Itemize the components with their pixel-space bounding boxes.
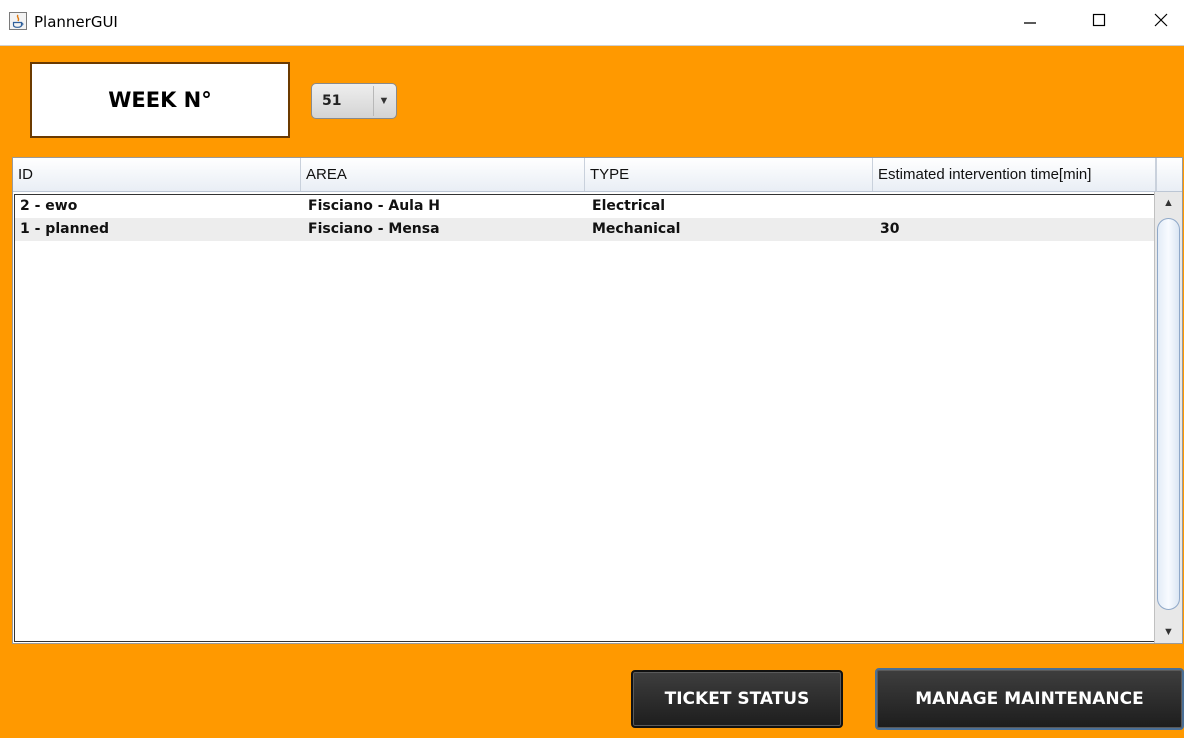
table-body: 2 - ewo Fisciano - Aula H Electrical 1 -…	[14, 194, 1154, 642]
header-corner	[1156, 158, 1182, 192]
table-row[interactable]: 1 - planned Fisciano - Mensa Mechanical …	[15, 218, 1154, 241]
chevron-down-icon[interactable]: ▼	[373, 86, 394, 116]
cell-area: Fisciano - Aula H	[308, 198, 441, 214]
column-header-area[interactable]: AREA	[301, 158, 585, 191]
cell-time: 30	[880, 221, 900, 237]
column-header-id[interactable]: ID	[13, 158, 301, 191]
week-label: WEEK N°	[108, 88, 212, 112]
manage-maintenance-button[interactable]: MANAGE MAINTENANCE	[875, 668, 1184, 730]
scrollbar-thumb[interactable]	[1157, 218, 1180, 610]
maximize-button[interactable]	[1072, 0, 1126, 40]
maximize-icon	[1092, 13, 1106, 27]
minimize-icon	[1024, 22, 1036, 24]
planner-window: PlannerGUI WEEK N° 51 ▼ ID AREA TYPE Est…	[0, 0, 1184, 738]
java-icon	[9, 12, 27, 30]
cell-type: Electrical	[592, 198, 666, 214]
week-label-box: WEEK N°	[30, 62, 290, 138]
table-row[interactable]: 2 - ewo Fisciano - Aula H Electrical	[15, 195, 1154, 218]
close-icon	[1154, 13, 1168, 27]
scroll-up-icon[interactable]: ▲	[1155, 194, 1182, 212]
tickets-table: ID AREA TYPE Estimated intervention time…	[12, 157, 1183, 644]
cell-area: Fisciano - Mensa	[308, 221, 440, 237]
week-select[interactable]: 51 ▼	[311, 83, 397, 119]
cell-id: 2 - ewo	[20, 198, 78, 214]
cell-type: Mechanical	[592, 221, 681, 237]
close-button[interactable]	[1138, 0, 1184, 40]
scroll-down-icon[interactable]: ▼	[1155, 623, 1182, 641]
column-header-time[interactable]: Estimated intervention time[min]	[873, 158, 1156, 191]
week-select-value: 51	[322, 93, 342, 109]
window-title: PlannerGUI	[34, 13, 118, 31]
title-bar: PlannerGUI	[0, 0, 1184, 46]
column-header-type[interactable]: TYPE	[585, 158, 873, 191]
table-header: ID AREA TYPE Estimated intervention time…	[13, 158, 1156, 192]
cell-id: 1 - planned	[20, 221, 110, 237]
cell-time	[875, 195, 880, 218]
vertical-scrollbar[interactable]: ▲ ▼	[1154, 192, 1182, 643]
ticket-status-button[interactable]: TICKET STATUS	[631, 670, 843, 728]
minimize-button[interactable]	[1003, 0, 1057, 40]
